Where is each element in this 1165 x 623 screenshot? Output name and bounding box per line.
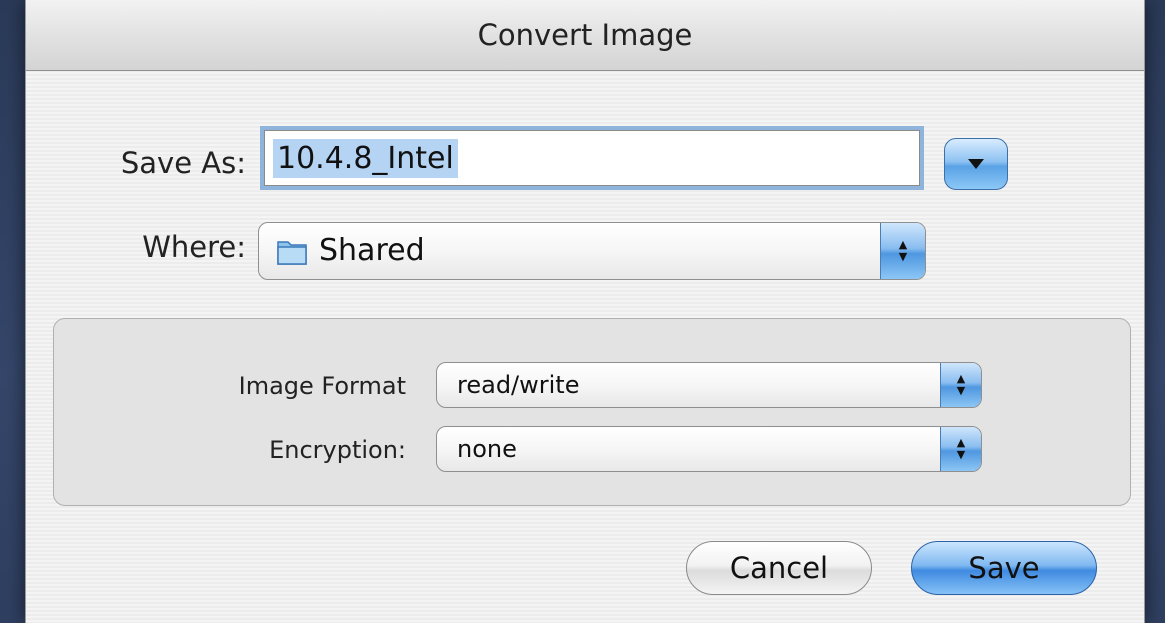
cancel-button[interactable]: Cancel [686, 541, 872, 595]
save-button[interactable]: Save [911, 541, 1097, 595]
save-as-field[interactable]: 10.4.8_Intel [264, 130, 920, 186]
options-box [53, 318, 1131, 506]
where-value: Shared [319, 233, 425, 268]
where-popup[interactable]: Shared ▲ ▼ [258, 222, 926, 280]
arrow-down-icon: ▼ [956, 448, 966, 461]
image-format-label: Image Format [238, 372, 406, 400]
encryption-value: none [457, 435, 517, 463]
encryption-label: Encryption: [269, 436, 406, 464]
dialog-title: Convert Image [477, 18, 693, 52]
where-popup-arrows[interactable]: ▲ ▼ [880, 223, 925, 279]
image-format-popup-arrows[interactable]: ▲ ▼ [940, 363, 981, 407]
image-format-popup[interactable]: read/write ▲ ▼ [436, 362, 982, 408]
folder-icon [277, 241, 307, 265]
save-as-value[interactable]: 10.4.8_Intel [273, 138, 458, 178]
arrow-down-icon: ▼ [898, 250, 908, 263]
expand-dialog-button[interactable] [944, 138, 1008, 190]
dialog-titlebar: Convert Image [26, 0, 1144, 71]
encryption-popup-arrows[interactable]: ▲ ▼ [940, 427, 981, 471]
arrow-down-icon: ▼ [956, 384, 966, 397]
convert-image-dialog: Convert Image Save As: 10.4.8_Intel Wher… [25, 0, 1145, 623]
where-label: Where: [142, 230, 246, 264]
save-as-label: Save As: [120, 146, 246, 180]
encryption-popup[interactable]: none ▲ ▼ [436, 426, 982, 472]
image-format-value: read/write [457, 371, 580, 399]
chevron-down-icon [968, 159, 984, 169]
